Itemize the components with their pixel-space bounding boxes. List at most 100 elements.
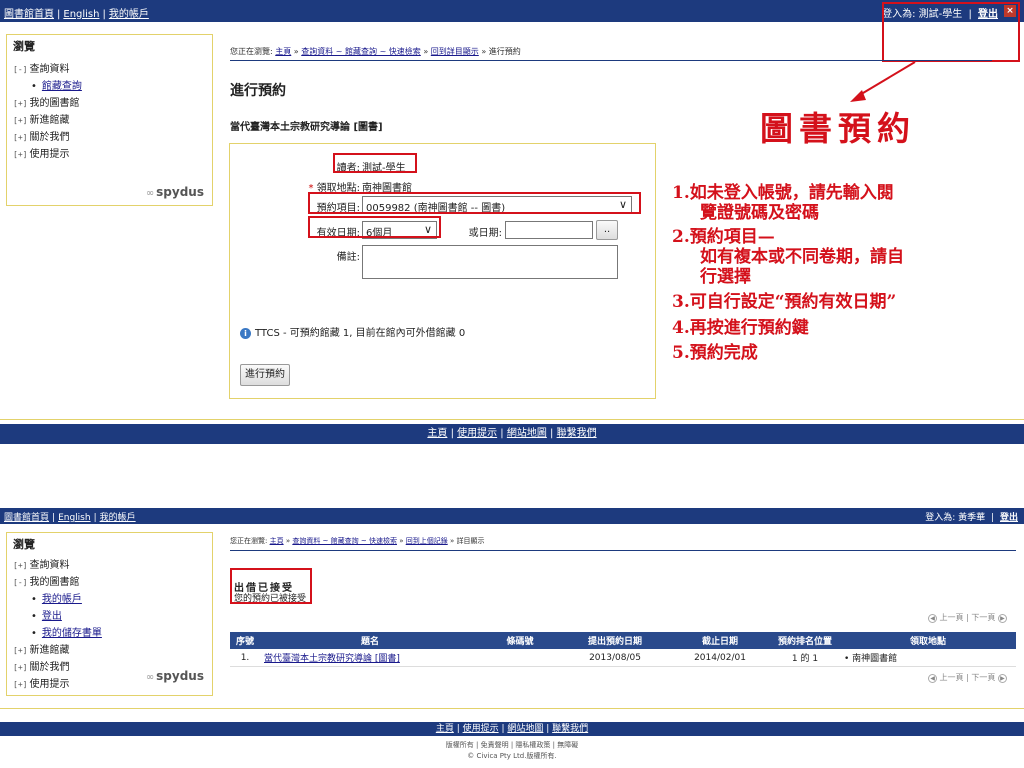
footer-home-link[interactable]: 主頁	[436, 724, 454, 734]
reservation-screen: 圖書館首頁 | English | 我的帳戶 登入為: 測試-學生 | 登出 × 瀏覽 …	[0, 0, 1024, 445]
sidebar-item-logout[interactable]: 登出	[13, 606, 212, 623]
or-date-label: 或日期:	[468, 228, 502, 239]
breadcrumb-search[interactable]: 查詢資料 ~ 館藏查詢 ~ 快速檢索	[301, 47, 421, 56]
copyright-text: © Civica Pty Ltd.版權所有.	[467, 752, 557, 760]
sidebar-item-help[interactable]: [+] 使用提示	[13, 144, 212, 161]
sidebar-item-saved-lists[interactable]: 我的儲存書單	[13, 623, 212, 640]
my-account-link[interactable]: 我的帳戶	[109, 9, 149, 20]
breadcrumb-back[interactable]: 回到上個記錄	[406, 537, 448, 545]
login-status: 登入為: 黃季華 | 登出	[925, 513, 1018, 523]
reservation-table: 序號 題名 條碼號 提出預約日期 截止日期 預約排名位置 領取地點 1. 當代臺…	[230, 632, 1016, 667]
sidebar-item-catalog-search[interactable]: 館藏查詢	[13, 76, 212, 93]
cell-barcode	[480, 649, 560, 667]
footer-bar: 主頁 | 使用提示 | 網站地圖 | 聯繫我們	[0, 424, 1024, 444]
col-title: 題名	[260, 632, 480, 649]
date-input[interactable]	[505, 221, 593, 239]
sidebar-item-my-library[interactable]: [+] 我的圖書館	[13, 93, 212, 110]
annotation-line: 1.如未登入帳號，請先輸入閱	[672, 183, 894, 203]
submit-reservation-button[interactable]: 進行預約	[240, 364, 290, 386]
availability-info: i TTCS - 可預約館藏 1, 目前在館內可外借館藏 0	[240, 324, 465, 339]
library-home-link[interactable]: 圖書館首頁	[4, 513, 49, 523]
col-pickup: 領取地點	[840, 632, 1016, 649]
library-home-link[interactable]: 圖書館首頁	[4, 9, 54, 20]
book-title: 當代臺灣本土宗教研究導論 [圖書]	[230, 122, 383, 133]
footer-help-link[interactable]: 使用提示	[457, 428, 497, 439]
footer-contact-link[interactable]: 聯繫我們	[552, 724, 588, 734]
cell-pickup: • 南神圖書館	[840, 649, 1016, 667]
breadcrumb-home[interactable]: 主頁	[275, 47, 291, 56]
sidebar: 瀏覽 [+]查詢資料 [-]我的圖書館 我的帳戶 登出 我的儲存書單 [+]新進…	[6, 532, 213, 696]
footer-home-link[interactable]: 主頁	[427, 428, 447, 439]
breadcrumb-search[interactable]: 查詢資料 ~ 館藏查詢 ~ 快速檢索	[292, 537, 397, 545]
cell-queue-position: 1 的 1	[770, 649, 840, 667]
valid-highlight-box	[308, 216, 441, 238]
next-icon[interactable]: ▶	[997, 674, 1007, 683]
footer-sitemap-link[interactable]: 網站地圖	[507, 428, 547, 439]
sidebar-item-new-items[interactable]: [+] 新進館藏	[13, 110, 212, 127]
breadcrumb-home[interactable]: 主頁	[270, 537, 284, 545]
footer-divider	[0, 708, 1024, 709]
pager-top[interactable]: ◀ 上一頁 | 下一頁 ▶	[928, 612, 1007, 623]
accepted-highlight-box	[230, 568, 312, 604]
reader-highlight-box	[333, 153, 417, 173]
cell-request-date: 2013/08/05	[560, 649, 670, 667]
annotation-title: 圖書預約	[760, 109, 916, 148]
date-picker-button[interactable]: ..	[596, 220, 618, 240]
sidebar-item-about[interactable]: [+] 關於我們	[13, 127, 212, 144]
spydus-logo: ∞ spydus	[145, 669, 204, 683]
note-label: 備註:	[336, 252, 360, 263]
sidebar-item-search[interactable]: [+] 查詢資料	[13, 555, 212, 572]
cell-title[interactable]: 當代臺灣本土宗教研究導論 [圖書]	[260, 649, 480, 667]
next-icon[interactable]: ▶	[997, 614, 1007, 623]
sidebar-item-my-account[interactable]: 我的帳戶	[13, 589, 212, 606]
top-links: 圖書館首頁 | English | 我的帳戶	[4, 513, 136, 523]
prev-icon[interactable]: ◀	[928, 674, 937, 683]
english-link[interactable]: English	[63, 9, 99, 20]
sidebar-item-my-library[interactable]: [-] 我的圖書館	[13, 572, 212, 589]
annotation-line: 如有複本或不同卷期，請自	[700, 247, 904, 267]
page-title: 進行預約	[230, 83, 286, 99]
reservation-accepted-screen: 圖書館首頁 | English | 我的帳戶 登入為: 黃季華 | 登出 瀏覽 [+] 查…	[0, 508, 1024, 768]
sidebar: 瀏覽 [-]查詢資料 館藏查詢 [+]我的圖書館 [+]新進館藏 [+]關於我們…	[6, 34, 213, 206]
logout-link[interactable]: 登出	[1000, 513, 1018, 523]
pager-bottom[interactable]: ◀ 上一頁 | 下一頁 ▶	[928, 672, 1007, 683]
my-account-link[interactable]: 我的帳戶	[100, 513, 136, 523]
top-links: 圖書館首頁 | English | 我的帳戶	[4, 9, 149, 20]
english-link[interactable]: English	[58, 513, 91, 523]
info-icon: i	[240, 328, 251, 339]
annotation-line: 3.可自行設定“預約有效日期”	[672, 292, 897, 312]
breadcrumb: 您正在瀏覽: 主頁 » 查詢資料 ~ 館藏查詢 ~ 快速檢索 » 回到上個記錄 …	[230, 537, 485, 545]
annotation-line: 5.預約完成	[672, 343, 758, 363]
footer-sitemap-link[interactable]: 網站地圖	[507, 724, 543, 734]
annotation-line: 覽證號碼及密碼	[700, 203, 819, 223]
cell-seq: 1.	[230, 649, 260, 667]
reservation-form: 讀者: 測試-學生 * 領取地點: 南神圖書館 預約項目: 0059982 (南…	[229, 143, 656, 399]
divider	[230, 550, 1016, 551]
col-seq: 序號	[230, 632, 260, 649]
col-queue-position: 預約排名位置	[770, 632, 840, 649]
footer-small-links[interactable]: 版權所有 | 免責聲明 | 隱私權政策 | 無障礙	[0, 740, 1024, 750]
login-highlight-box	[882, 2, 1020, 62]
top-bar: 圖書館首頁 | English | 我的帳戶 登入為: 測試-學生 | 登出 ×	[0, 0, 1024, 22]
item-highlight-box	[308, 192, 641, 214]
login-text: 登入為: 黃季華	[925, 513, 986, 523]
annotation-line: 2.預約項目—	[672, 227, 775, 247]
prev-icon[interactable]: ◀	[928, 614, 937, 623]
footer-contact-link[interactable]: 聯繫我們	[557, 428, 597, 439]
table-row: 1. 當代臺灣本土宗教研究導論 [圖書] 2013/08/05 2014/02/…	[230, 649, 1016, 667]
col-expiry-date: 截止日期	[670, 632, 770, 649]
note-textarea[interactable]	[362, 245, 618, 279]
col-request-date: 提出預約日期	[560, 632, 670, 649]
sidebar-heading: 瀏覽	[13, 40, 35, 53]
annotation-line: 4.再按進行預約鍵	[672, 318, 809, 338]
sidebar-item-new-items[interactable]: [+] 新進館藏	[13, 640, 212, 657]
cell-expiry-date: 2014/02/01	[670, 649, 770, 667]
spydus-logo: ∞ spydus	[145, 185, 204, 199]
footer-help-link[interactable]: 使用提示	[463, 724, 499, 734]
annotation-line: 行選擇	[700, 267, 751, 287]
footer-divider	[0, 419, 1024, 420]
top-bar: 圖書館首頁 | English | 我的帳戶 登入為: 黃季華 | 登出	[0, 508, 1024, 524]
sidebar-item-search[interactable]: [-] 查詢資料	[13, 59, 212, 76]
sidebar-heading: 瀏覽	[13, 538, 35, 551]
breadcrumb-back[interactable]: 回到詳目顯示	[431, 47, 479, 56]
